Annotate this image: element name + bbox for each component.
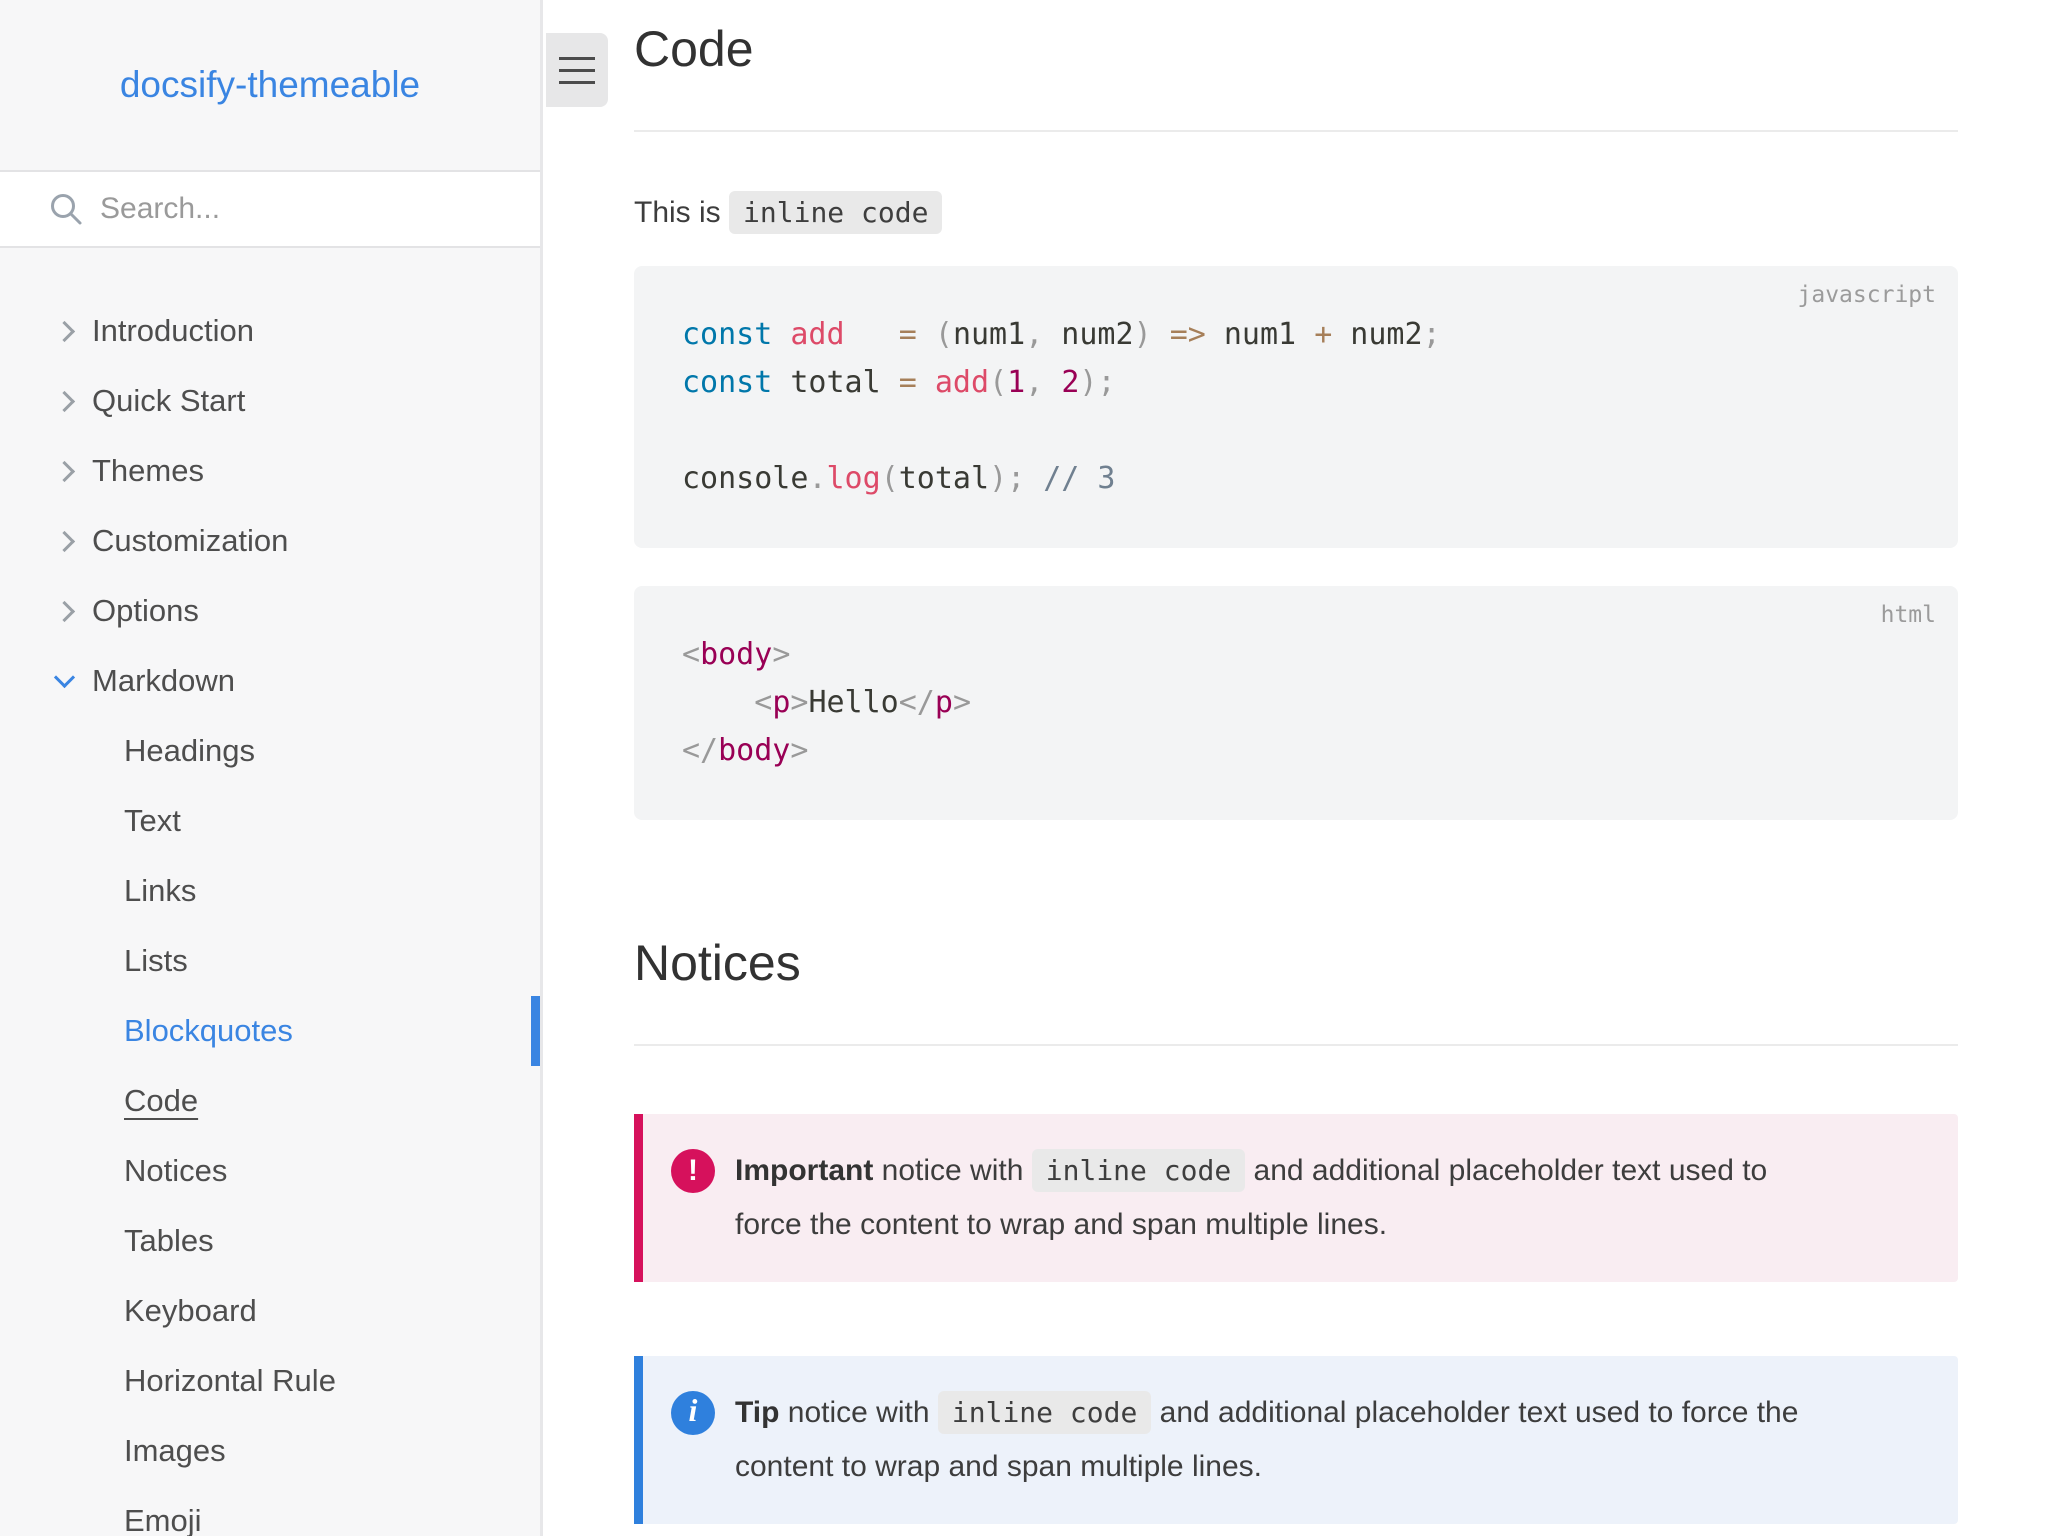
notice-text: Important notice with inline code and ad…: [735, 1144, 1767, 1252]
sidebar-item-label: Options: [92, 593, 199, 628]
sidebar-item-customization[interactable]: Customization: [0, 506, 540, 576]
sidebar-item-label: Images: [124, 1433, 226, 1468]
code-block-html: html <body> <p>Hello</p> </body>: [634, 586, 1958, 820]
sidebar-item-markdown[interactable]: Markdown: [0, 646, 540, 716]
sidebar-item-label: Links: [124, 873, 197, 908]
sidebar-item-options[interactable]: Options: [0, 576, 540, 646]
app-title[interactable]: docsify-themeable: [120, 64, 420, 106]
code-block-javascript: javascript const add = (num1, num2) => n…: [634, 266, 1958, 548]
chevron-right-icon: [53, 390, 76, 412]
sidebar-item-label: Headings: [124, 733, 255, 768]
sidebar-item-label: Code: [124, 1083, 199, 1118]
sidebar-header: docsify-themeable: [0, 0, 540, 170]
sidebar-item-emoji[interactable]: Emoji: [0, 1486, 540, 1536]
main-content: Code This is inline code javascript cons…: [546, 0, 2048, 1536]
sidebar-item-quick-start[interactable]: Quick Start: [0, 366, 540, 436]
sidebar-item-label: Lists: [124, 943, 188, 978]
inline-code-chip: inline code: [729, 191, 943, 234]
sidebar-item-label: Notices: [124, 1153, 228, 1188]
notice-important: ! Important notice with inline code and …: [634, 1114, 1958, 1282]
sidebar: docsify-themeable Introduction Quick Star…: [0, 0, 543, 1536]
chevron-right-icon: [53, 600, 76, 622]
search-bar: [0, 170, 540, 248]
search-icon: [51, 194, 82, 225]
sidebar-item-label: Text: [124, 803, 181, 838]
code-content: const add = (num1, num2) => num1 + num2;…: [682, 317, 1441, 496]
chevron-right-icon: [53, 530, 76, 552]
notice-text: Tip notice with inline code and addition…: [735, 1386, 1798, 1494]
page-title: Code: [634, 21, 754, 77]
sidebar-item-label: Keyboard: [124, 1293, 257, 1328]
divider: [634, 1044, 1958, 1046]
sidebar-item-tables[interactable]: Tables: [0, 1206, 540, 1276]
sidebar-item-headings[interactable]: Headings: [0, 716, 540, 786]
sidebar-item-label: Markdown: [92, 663, 235, 698]
sidebar-item-label: Horizontal Rule: [124, 1363, 336, 1398]
sidebar-nav: Introduction Quick Start Themes Customizati…: [0, 248, 540, 1536]
sidebar-item-blockquotes[interactable]: Blockquotes: [0, 996, 540, 1066]
sidebar-item-label: Quick Start: [92, 383, 246, 418]
sidebar-item-label: Customization: [92, 523, 289, 558]
sidebar-item-label: Blockquotes: [124, 1013, 293, 1048]
inline-code-chip: inline code: [1031, 1149, 1246, 1192]
code-content: <body> <p>Hello</p> </body>: [682, 637, 971, 768]
sidebar-item-label: Themes: [92, 453, 204, 488]
sidebar-item-introduction[interactable]: Introduction: [0, 296, 540, 366]
sidebar-item-keyboard[interactable]: Keyboard: [0, 1276, 540, 1346]
info-icon: i: [671, 1391, 715, 1435]
notice-tip: i Tip notice with inline code and additi…: [634, 1356, 1958, 1524]
sidebar-item-lists[interactable]: Lists: [0, 926, 540, 996]
code-language-label: javascript: [1797, 282, 1936, 308]
divider: [634, 130, 1958, 132]
sidebar-toggle-button[interactable]: [546, 33, 608, 107]
intro-paragraph: This is inline code: [634, 190, 1958, 236]
important-icon: !: [671, 1149, 715, 1193]
sidebar-item-label: Tables: [124, 1223, 214, 1258]
chevron-right-icon: [53, 460, 76, 482]
inline-code-chip: inline code: [937, 1391, 1152, 1434]
sidebar-item-images[interactable]: Images: [0, 1416, 540, 1486]
search-input[interactable]: [100, 192, 480, 226]
chevron-down-icon: [53, 666, 76, 688]
sidebar-item-links[interactable]: Links: [0, 856, 540, 926]
sidebar-item-horizontal-rule[interactable]: Horizontal Rule: [0, 1346, 540, 1416]
hamburger-icon: [559, 56, 595, 60]
code-language-label: html: [1880, 602, 1936, 628]
sidebar-item-text[interactable]: Text: [0, 786, 540, 856]
section-title: Notices: [634, 935, 801, 991]
sidebar-item-themes[interactable]: Themes: [0, 436, 540, 506]
sidebar-item-code[interactable]: Code: [0, 1066, 540, 1136]
sidebar-item-label: Emoji: [124, 1503, 202, 1536]
chevron-right-icon: [53, 320, 76, 342]
sidebar-item-label: Introduction: [92, 313, 254, 348]
sidebar-item-notices[interactable]: Notices: [0, 1136, 540, 1206]
